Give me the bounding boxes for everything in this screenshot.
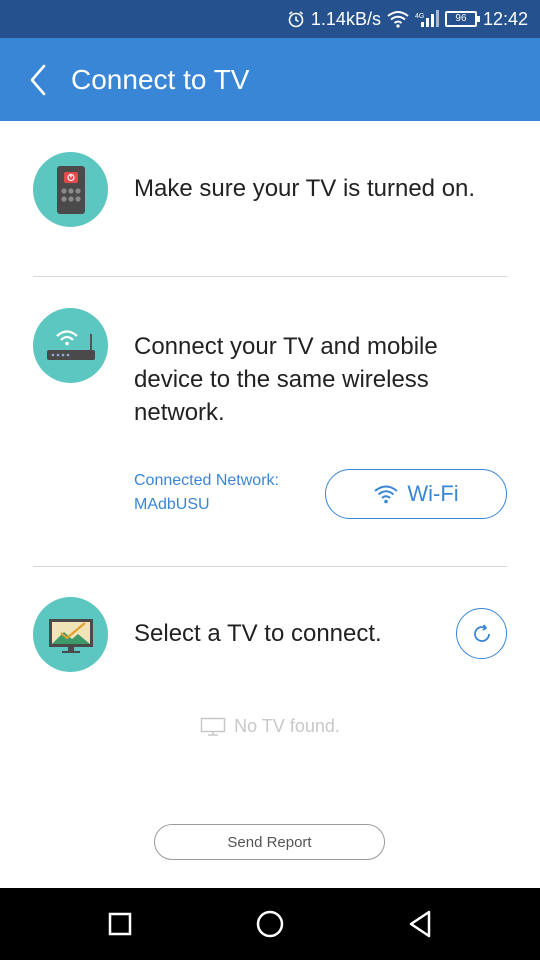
empty-state: No TV found. [0, 716, 540, 737]
send-report-button[interactable]: Send Report [154, 824, 385, 860]
divider [33, 566, 507, 567]
wifi-icon [374, 485, 398, 504]
connected-network-info: Connected Network: MAdbUSU [134, 469, 279, 517]
monitor-icon [200, 717, 226, 736]
step-select-text: Select a TV to connect. [134, 620, 382, 647]
empty-state-text: No TV found. [234, 716, 340, 736]
back-nav-button[interactable] [398, 902, 442, 946]
status-icons: 1.14kB/s 4G 96 12:42 [287, 0, 528, 38]
network-name: MAdbUSU [134, 496, 210, 513]
navigation-bar [0, 888, 540, 960]
divider [33, 276, 507, 277]
page-title: Connect to TV [71, 64, 250, 95]
wifi-signal-icon [387, 10, 409, 28]
step-network-text: Connect your TV and mobile device to the… [134, 333, 438, 426]
back-arrow-icon [30, 64, 46, 96]
net-speed: 1.14kB/s [310, 8, 381, 29]
circle-icon [256, 910, 284, 938]
triangle-back-icon [409, 910, 431, 938]
square-icon [108, 912, 132, 936]
home-button[interactable] [248, 902, 292, 946]
wifi-settings-button[interactable]: Wi-Fi [325, 469, 507, 519]
status-bar: 1.14kB/s 4G 96 12:42 [0, 0, 540, 38]
battery-icon: 96 [444, 11, 480, 27]
alarm-icon [287, 10, 305, 28]
app-bar: Connect to TV [0, 38, 540, 121]
step-power-text: Make sure your TV is turned on. [134, 175, 476, 202]
tv-icon [33, 597, 108, 672]
clock: 12:42 [482, 8, 528, 29]
back-button[interactable] [18, 60, 58, 100]
connected-network-label: Connected Network: [134, 472, 279, 489]
cell-signal-icon: 4G [415, 10, 439, 28]
remote-control-icon [33, 152, 108, 227]
svg-text:4G: 4G [415, 13, 424, 20]
recents-button[interactable] [98, 902, 142, 946]
refresh-icon [473, 623, 490, 642]
refresh-button[interactable] [456, 608, 507, 659]
router-icon [33, 308, 108, 383]
wifi-button-label: Wi-Fi [407, 481, 459, 506]
